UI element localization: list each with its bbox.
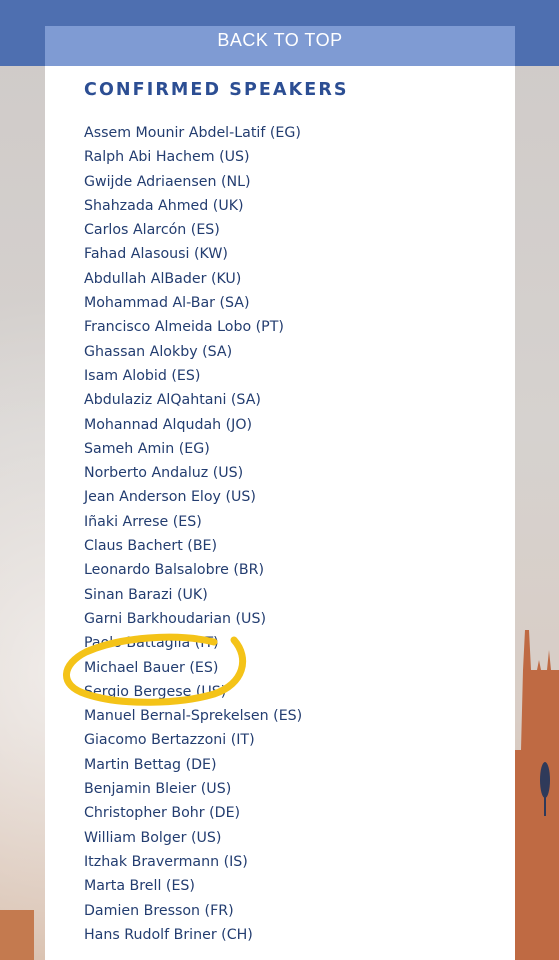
speaker-item: Norberto Andaluz (US): [84, 465, 244, 482]
speaker-item: Assem Mounir Abdel-Latif (EG): [84, 125, 301, 141]
speaker-item: Leonardo Balsalobre (BR): [84, 562, 265, 579]
speaker-item: Sameh Amin (EG): [84, 440, 210, 457]
speaker-item: Itzhak Bravermann (IS): [84, 853, 248, 870]
speaker-list: Assem Mounir Abdel-Latif (EG) Ralph Abi H…: [84, 121, 302, 947]
speaker-item: Jean Anderson Eloy (US): [84, 489, 256, 506]
back-to-top-button[interactable]: BACK TO TOP: [45, 26, 515, 66]
speaker-item: Mohammad Al-Bar (SA): [84, 295, 250, 312]
speaker-item: Ralph Abi Hachem (US): [84, 149, 250, 166]
speaker-item: Claus Bachert (BE): [84, 538, 218, 555]
speaker-item: Ghassan Alokby (SA): [84, 343, 233, 360]
speaker-item: Abdullah AlBader (KU): [84, 270, 242, 287]
speaker-item: Marta Brell (ES): [84, 878, 195, 895]
speaker-item: Damien Bresson (FR): [84, 902, 234, 919]
speaker-item: Francisco Almeida Lobo (PT): [84, 319, 284, 336]
speaker-item: Paolo Battaglia (IT): [84, 635, 219, 652]
speaker-item: Manuel Bernal-Sprekelsen (ES): [84, 708, 303, 725]
back-to-top-label: BACK TO TOP: [217, 29, 343, 50]
speaker-item: Fahad Alasousi (KW): [84, 246, 228, 263]
speaker-item: Sergio Bergese (US): [84, 683, 227, 700]
speaker-item: Gwijde Adriaensen (NL): [84, 173, 251, 190]
speaker-item: Garni Barkhoudarian (US): [84, 610, 266, 627]
speaker-item: Michael Bauer (ES): [84, 659, 219, 676]
background-building-right: [515, 630, 559, 960]
speaker-item: Abdulaziz AlQahtani (SA): [84, 392, 261, 409]
speaker-item: Hans Rudolf Briner (CH): [84, 926, 253, 943]
speaker-item: Giacomo Bertazzoni (IT): [84, 732, 255, 749]
speaker-item: Carlos Alarcón (ES): [84, 222, 220, 239]
background-building-left: [0, 910, 34, 960]
speaker-item: Martin Bettag (DE): [84, 756, 217, 773]
section-title: CONFIRMED SPEAKERS: [84, 80, 349, 100]
speaker-item: Sinan Barazi (UK): [84, 586, 208, 603]
speaker-item: Benjamin Bleier (US): [84, 781, 232, 798]
speakers-panel: BACK TO TOP CONFIRMED SPEAKERS Assem Mou…: [45, 26, 515, 960]
speaker-item: Christopher Bohr (DE): [84, 805, 241, 822]
speaker-item: Iñaki Arrese (ES): [84, 513, 202, 530]
speaker-item: Isam Alobid (ES): [84, 367, 201, 384]
speaker-item: Shahzada Ahmed (UK): [84, 197, 244, 214]
speaker-item: William Bolger (US): [84, 829, 222, 846]
speaker-item: Mohannad Alqudah (JO): [84, 416, 253, 433]
